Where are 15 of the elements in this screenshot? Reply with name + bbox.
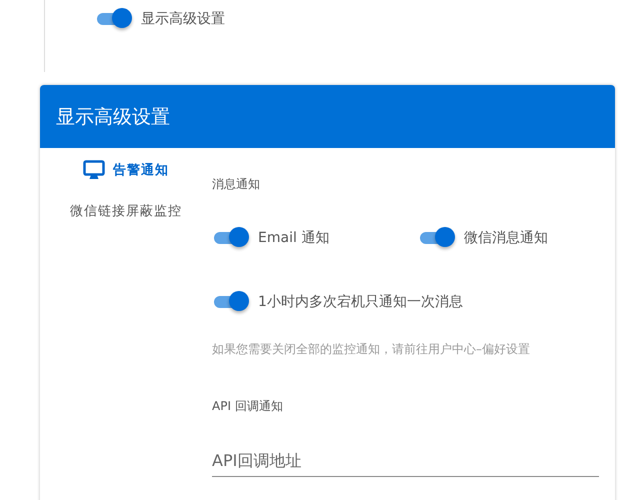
sidebar-item[interactable]: 微信链接屏蔽监控 [70, 202, 182, 220]
toggle-label: Email 通知 [258, 229, 330, 247]
toggle-label: 1小时内多次宕机只通知一次消息 [258, 293, 463, 311]
section-title: API 回调通知 [212, 398, 284, 415]
toggle-switch[interactable] [418, 227, 456, 249]
toggle-switch[interactable] [212, 227, 250, 249]
toggle-label: 微信消息通知 [464, 229, 548, 247]
hint-text: 如果您需要关闭全部的监控通知，请前往用户中心–偏好设置 [212, 341, 531, 358]
dialog-title: 显示高级设置 [56, 104, 170, 130]
section-title: 消息通知 [212, 176, 261, 193]
toggle-switch[interactable] [95, 8, 133, 30]
monitor-icon [83, 160, 105, 180]
sidebar-item[interactable]: 告警通知 [83, 160, 169, 180]
toggle-switch[interactable] [212, 291, 250, 313]
toggle-label: 显示高级设置 [141, 10, 225, 28]
